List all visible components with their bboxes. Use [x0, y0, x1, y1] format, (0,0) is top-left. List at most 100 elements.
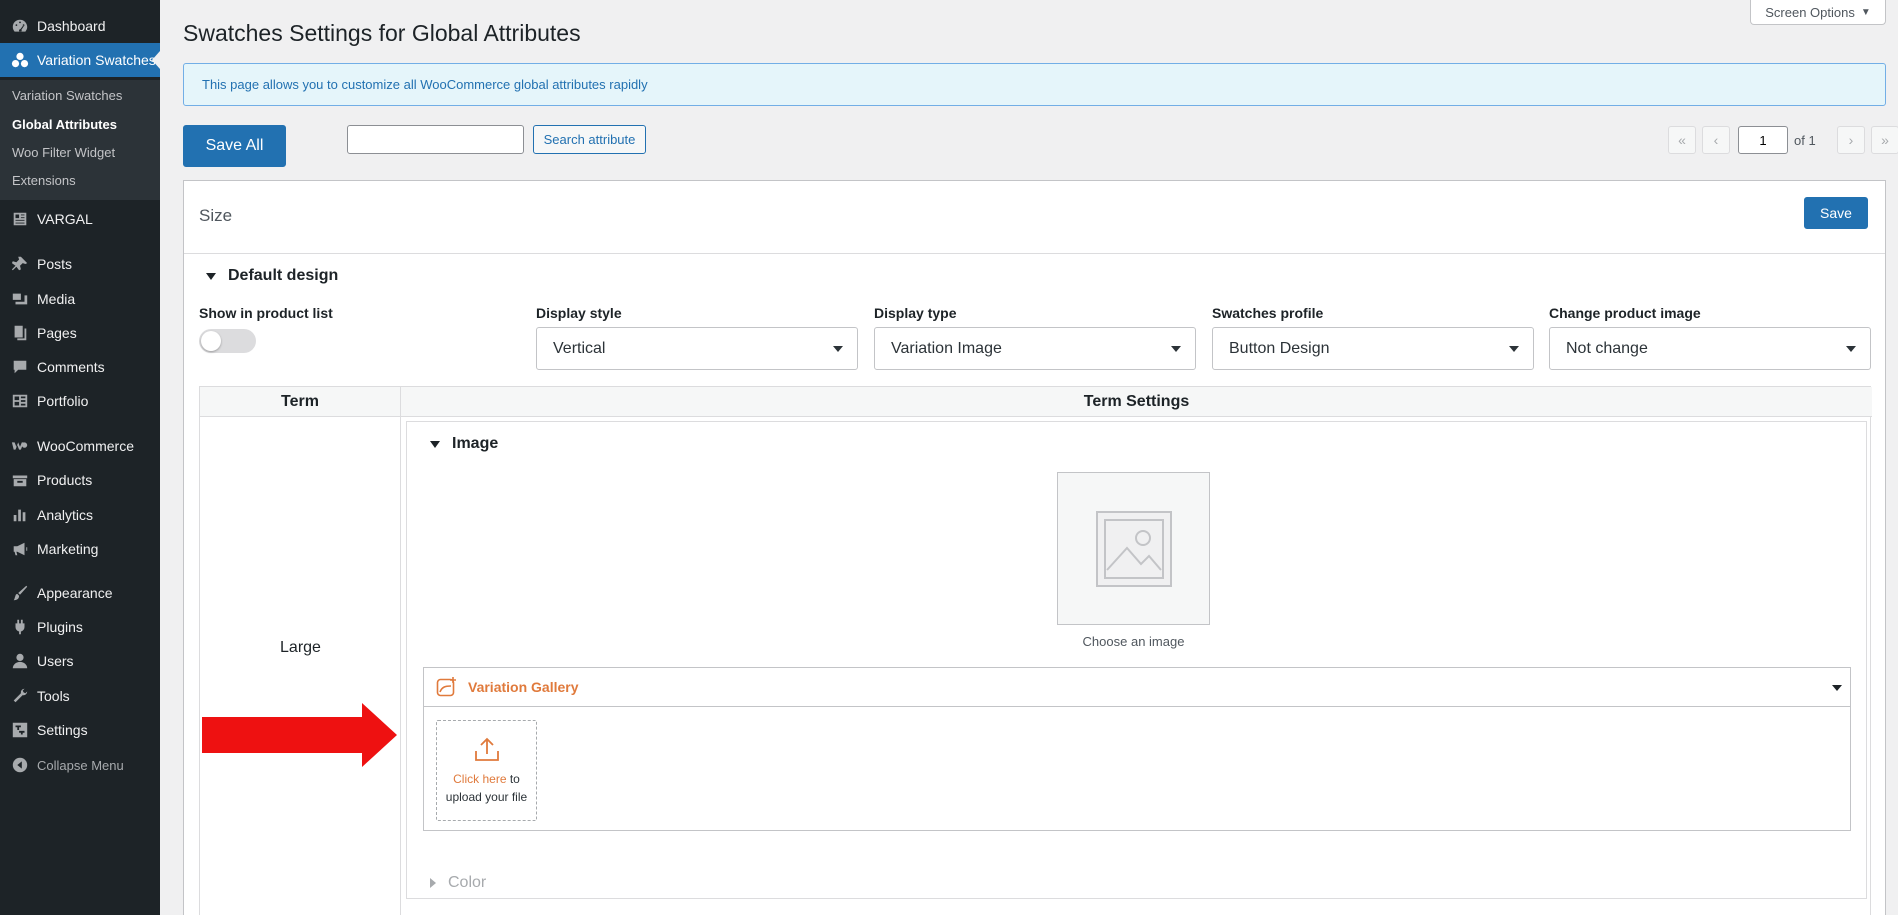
save-all-button[interactable]: Save All: [183, 125, 286, 167]
gallery-icon: [436, 677, 456, 697]
vargal-icon: [10, 209, 30, 229]
collapse-menu-label: Collapse Menu: [37, 757, 124, 773]
sidebar-item-marketing[interactable]: Marketing: [0, 532, 160, 566]
comments-icon: [10, 357, 30, 377]
sidebar-item-label: Variation Swatches: [37, 52, 156, 68]
sidebar-item-analytics[interactable]: Analytics: [0, 498, 160, 532]
change-product-image-select[interactable]: Not change: [1549, 327, 1871, 370]
upload-click-here-link[interactable]: Click here: [453, 772, 506, 786]
analytics-icon: [10, 505, 30, 525]
collapse-icon: [10, 755, 30, 775]
search-attribute-input[interactable]: [347, 125, 524, 154]
submenu-item-woo-filter-widget[interactable]: Woo Filter Widget: [12, 145, 115, 160]
terms-table: Term Term Settings Large Image Choose an…: [199, 386, 1872, 915]
display-style-value: Vertical: [553, 339, 606, 357]
sidebar-item-comments[interactable]: Comments: [0, 350, 160, 384]
sidebar-item-label: Tools: [37, 688, 70, 704]
display-style-select[interactable]: Vertical: [536, 327, 858, 370]
image-placeholder[interactable]: [1057, 472, 1210, 625]
sidebar-item-users[interactable]: Users: [0, 644, 160, 678]
submenu-item-extensions[interactable]: Extensions: [12, 173, 76, 188]
sidebar-item-label: Products: [37, 472, 93, 488]
upload-file-dropzone[interactable]: Click here to upload your file: [436, 720, 537, 821]
image-section-toggle[interactable]: Image: [430, 435, 498, 453]
sidebar-item-settings[interactable]: Settings: [0, 713, 160, 747]
sidebar-item-variation-swatches[interactable]: Variation Swatches: [0, 43, 160, 77]
sidebar-item-label: Settings: [37, 722, 88, 738]
triangle-right-icon: [430, 878, 436, 888]
change-product-image-label: Change product image: [1549, 305, 1701, 321]
attribute-card-header: Size Save: [184, 181, 1885, 254]
swatches-profile-value: Button Design: [1229, 339, 1330, 357]
sidebar-submenu: Variation Swatches Global Attributes Woo…: [0, 80, 160, 200]
display-style-label: Display style: [536, 305, 622, 321]
screen-options-button[interactable]: Screen Options ▼: [1750, 0, 1886, 25]
sidebar-item-label: Comments: [37, 359, 105, 375]
submenu-item-global-attributes[interactable]: Global Attributes: [12, 117, 117, 132]
upload-instructions: Click here to upload your file: [446, 770, 527, 806]
sidebar-item-label: Users: [37, 653, 74, 669]
woocommerce-icon: [10, 436, 30, 456]
chevron-down-icon: [833, 346, 843, 352]
default-design-label: Default design: [228, 267, 339, 284]
sidebar-item-woocommerce[interactable]: WooCommerce: [0, 429, 160, 463]
term-settings-panel: Image Choose an image Variation Gallery …: [406, 421, 1867, 899]
sidebar-item-tools[interactable]: Tools: [0, 679, 160, 713]
current-page-input[interactable]: [1738, 126, 1788, 154]
sidebar-item-portfolio[interactable]: Portfolio: [0, 384, 160, 418]
swatches-icon: [10, 50, 30, 70]
chevron-down-icon: [1171, 346, 1181, 352]
save-attribute-button[interactable]: Save: [1804, 197, 1868, 229]
display-type-select[interactable]: Variation Image: [874, 327, 1196, 370]
collapse-menu-button[interactable]: Collapse Menu: [0, 748, 160, 782]
next-page-button[interactable]: ›: [1837, 126, 1865, 154]
prev-page-button[interactable]: ‹: [1702, 126, 1730, 154]
chevron-down-icon: [1832, 685, 1842, 691]
choose-image-label: Choose an image: [1082, 634, 1185, 649]
sidebar-item-pages[interactable]: Pages: [0, 316, 160, 350]
notice-text: This page allows you to customize all Wo…: [202, 77, 648, 92]
sidebar-item-posts[interactable]: Posts: [0, 247, 160, 281]
sidebar-item-label: Posts: [37, 256, 73, 272]
search-attribute-button[interactable]: Search attribute: [533, 125, 646, 154]
triangle-down-icon: [430, 440, 440, 448]
last-page-button[interactable]: »: [1871, 126, 1898, 154]
annotation-arrow-icon: [202, 703, 397, 767]
swatches-profile-label: Swatches profile: [1212, 305, 1324, 321]
plugin-icon: [10, 617, 30, 637]
sidebar-item-label: Dashboard: [37, 18, 106, 34]
sidebar-item-media[interactable]: Media: [0, 282, 160, 316]
total-pages-label: of 1: [1794, 133, 1816, 148]
change-product-image-value: Not change: [1566, 339, 1648, 357]
column-header-term-settings: Term Settings: [401, 387, 1872, 417]
pin-icon: [10, 254, 30, 274]
chevron-down-icon: [1846, 346, 1856, 352]
portfolio-icon: [10, 391, 30, 411]
pages-icon: [10, 323, 30, 343]
sidebar-item-products[interactable]: Products: [0, 463, 160, 497]
admin-sidebar: Dashboard Variation Swatches Variation S…: [0, 0, 160, 915]
sidebar-item-label: Portfolio: [37, 393, 89, 409]
first-page-button[interactable]: «: [1668, 126, 1696, 154]
variation-gallery-header[interactable]: Variation Gallery: [424, 668, 1850, 707]
brush-icon: [10, 583, 30, 603]
default-design-toggle[interactable]: Default design: [206, 267, 338, 285]
sidebar-item-plugins[interactable]: Plugins: [0, 610, 160, 644]
screen-options-label: Screen Options: [1765, 4, 1855, 20]
term-cell: Large: [200, 417, 401, 915]
variation-gallery: Variation Gallery Click here to upload y…: [423, 667, 1851, 831]
sidebar-item-vargal[interactable]: VARGAL: [0, 202, 160, 236]
upload-text-to: to: [506, 771, 520, 786]
display-type-value: Variation Image: [891, 339, 1002, 357]
submenu-item-variation-swatches[interactable]: Variation Swatches: [12, 88, 122, 103]
show-in-product-list-toggle[interactable]: [199, 329, 256, 353]
sidebar-item-dashboard[interactable]: Dashboard: [0, 9, 160, 43]
products-icon: [10, 470, 30, 490]
sidebar-item-appearance[interactable]: Appearance: [0, 576, 160, 610]
upload-text-line2: upload your file: [445, 789, 528, 804]
display-type-label: Display type: [874, 305, 957, 321]
color-section-label: Color: [448, 874, 487, 891]
color-section-toggle[interactable]: Color: [430, 874, 486, 892]
main-content: Swatches Settings for Global Attributes …: [160, 0, 1898, 915]
swatches-profile-select[interactable]: Button Design: [1212, 327, 1534, 370]
